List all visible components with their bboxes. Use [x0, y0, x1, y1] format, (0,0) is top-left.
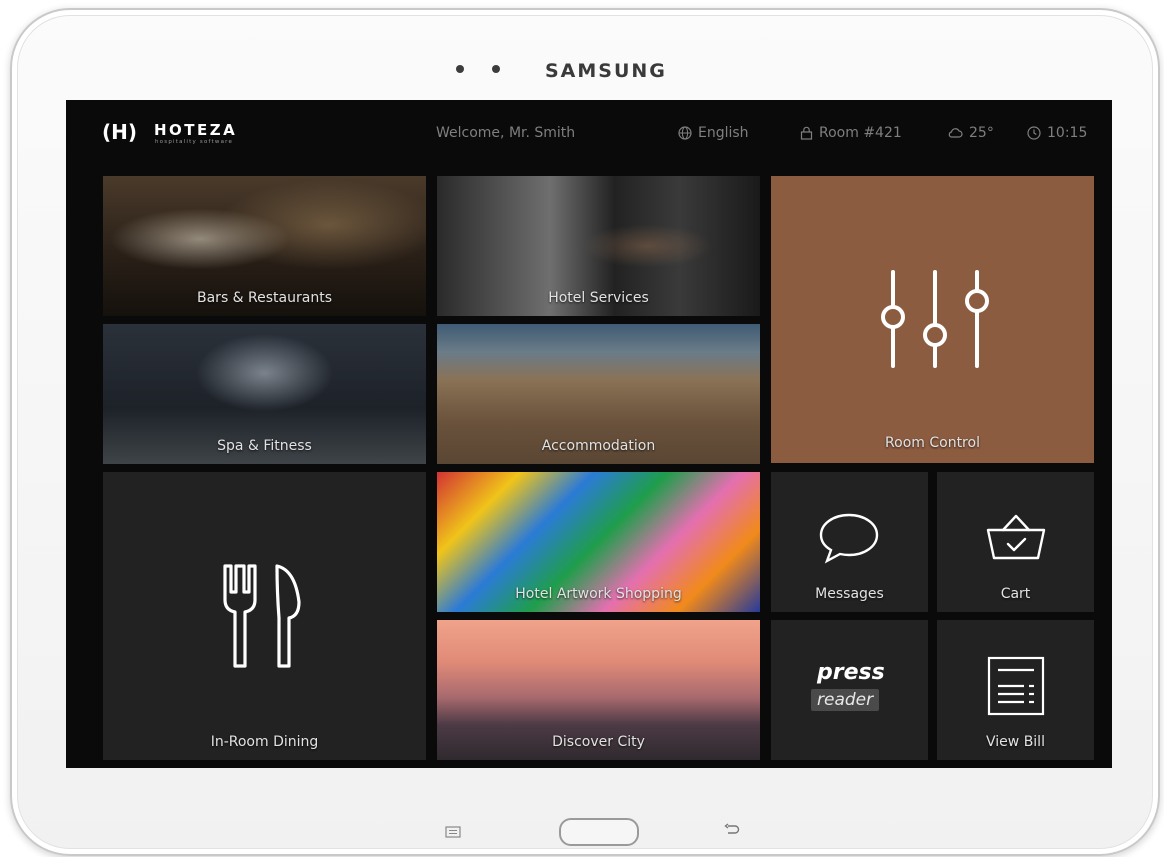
sensor-dot: [492, 65, 500, 73]
tile-discover-city[interactable]: Discover City: [437, 620, 760, 760]
sliders-icon: [881, 270, 989, 368]
logo-name: HOTEZA: [154, 121, 238, 139]
language-label: English: [698, 125, 749, 141]
tile-label: Cart: [1000, 586, 1031, 602]
tile-cart[interactable]: Cart: [937, 472, 1094, 612]
current-time: 10:15: [1047, 125, 1088, 141]
hoteza-logo: (H) HOTEZA hospitality software: [102, 118, 302, 152]
chat-bubble-icon: [819, 513, 879, 564]
tile-hotel-services[interactable]: Hotel Services: [437, 176, 760, 316]
room-number: Room #421: [819, 125, 902, 141]
tile-label: Accommodation: [541, 438, 656, 454]
tile-label: Hotel Services: [548, 290, 649, 306]
tile-label: Hotel Artwork Shopping: [515, 586, 682, 602]
tile-label: Spa & Fitness: [217, 438, 312, 454]
tile-label: Discover City: [552, 734, 645, 750]
tile-bars-restaurants[interactable]: Bars & Restaurants: [103, 176, 426, 316]
back-key-icon[interactable]: [724, 822, 740, 836]
logo-mark: (H): [102, 120, 138, 144]
bill-icon: [987, 656, 1045, 716]
room-indicator: Room #421: [800, 125, 902, 141]
tile-view-bill[interactable]: View Bill: [937, 620, 1094, 760]
menu-key-icon[interactable]: [445, 823, 461, 838]
basket-icon: [986, 514, 1046, 560]
home-button[interactable]: [559, 818, 639, 846]
tile-label: Bars & Restaurants: [197, 290, 332, 306]
camera-dot: [456, 65, 464, 73]
tile-hotel-artwork-shopping[interactable]: Hotel Artwork Shopping: [437, 472, 760, 612]
pressreader-word-reader: reader: [811, 689, 880, 711]
logo-tagline: hospitality software: [155, 139, 234, 145]
tile-label: View Bill: [986, 734, 1045, 750]
fork-knife-icon: [223, 564, 301, 668]
weather-indicator: 25°: [947, 125, 994, 141]
tile-room-control[interactable]: Room Control: [771, 176, 1094, 463]
tile-label: Messages: [815, 586, 884, 602]
lock-icon: [800, 126, 813, 140]
clock-icon: [1027, 126, 1041, 140]
tile-in-room-dining[interactable]: In-Room Dining: [103, 472, 426, 760]
cloud-icon: [948, 128, 963, 138]
pressreader-logo: press reader: [811, 660, 891, 720]
language-selector[interactable]: English: [678, 125, 749, 141]
clock-indicator: 10:15: [1027, 125, 1087, 141]
pressreader-word-press: press: [817, 660, 885, 685]
temperature: 25°: [969, 125, 994, 141]
tile-label: In-Room Dining: [210, 734, 319, 750]
tile-accommodation[interactable]: Accommodation: [437, 324, 760, 464]
top-bar: (H) HOTEZA hospitality software Welcome,…: [66, 100, 1112, 168]
globe-icon: [678, 126, 692, 140]
tile-spa-fitness[interactable]: Spa & Fitness: [103, 324, 426, 464]
tile-pressreader[interactable]: press reader: [771, 620, 928, 760]
screen: (H) HOTEZA hospitality software Welcome,…: [66, 100, 1112, 768]
welcome-text: Welcome, Mr. Smith: [436, 125, 576, 141]
tile-messages[interactable]: Messages: [771, 472, 928, 612]
device-brand: SAMSUNG: [545, 60, 667, 82]
tile-label: Room Control: [885, 435, 980, 451]
